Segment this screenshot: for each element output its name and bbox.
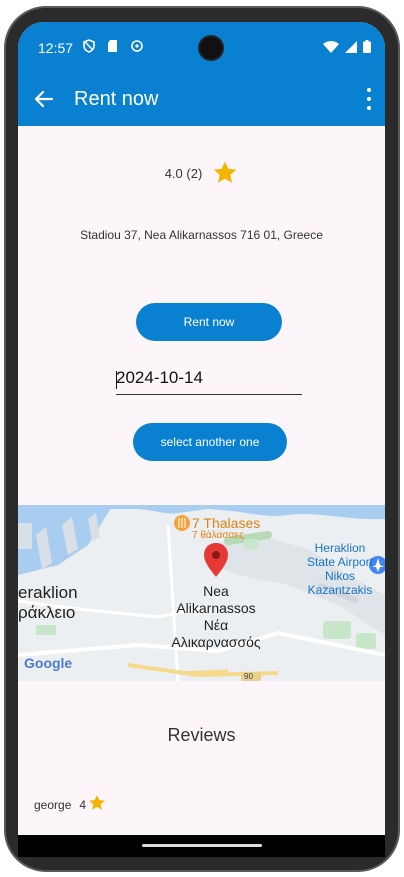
review-item: george 4: [34, 795, 106, 812]
rent-now-button[interactable]: Rent now: [136, 303, 282, 341]
review-rating: 4: [79, 798, 87, 812]
date-input[interactable]: 2024-10-14: [116, 368, 302, 395]
google-logo: Google: [24, 655, 73, 671]
star-icon: [214, 161, 237, 183]
map-road-number: 90: [244, 672, 253, 681]
status-icons-left: [82, 39, 144, 53]
navigation-bar: [18, 835, 385, 857]
phone-mockup: 12:57 Rent now 4.0 (2) Stadiou 37, Nea A…: [0, 0, 404, 877]
sync-icon: [131, 40, 143, 52]
status-icons-right: [323, 40, 371, 53]
map-place-label: Nea Alikarnassos Νέα Αλικαρνασσός: [171, 583, 261, 650]
review-star-icon: [89, 795, 105, 810]
sd-card-icon: [108, 40, 117, 52]
page-title: Rent now: [74, 88, 159, 110]
map-city-label: eraklion ράκλειο: [18, 583, 78, 622]
rating-score: 4.0 (2): [164, 165, 203, 181]
shield-icon: [83, 39, 95, 53]
reviews-title: Reviews: [167, 725, 236, 745]
screen: 12:57 Rent now 4.0 (2) Stadiou 37, Nea A…: [18, 22, 385, 857]
rating-summary: 4.0 (2): [18, 160, 385, 186]
map-poi-label: 7 Thalases: [192, 515, 261, 531]
overflow-menu-icon[interactable]: [365, 88, 373, 110]
map-view[interactable]: 7 Thalases 7 θάλασσες Heraklion State Ai…: [18, 505, 385, 681]
battery-icon: [363, 40, 371, 53]
signal-icon: [345, 40, 357, 53]
home-gesture-handle[interactable]: [142, 844, 262, 847]
date-value: 2024-10-14: [116, 368, 203, 387]
address-text: Stadiou 37, Nea Alikarnassos 716 01, Gre…: [80, 228, 323, 242]
back-arrow-icon[interactable]: [32, 87, 56, 111]
front-camera: [200, 37, 222, 59]
map-airport-label: Heraklion State Airport Nikos Kazantzaki…: [306, 541, 374, 597]
map-poi-label-greek: 7 θάλασσες: [192, 530, 244, 541]
review-user: george: [34, 798, 72, 812]
app-bar: Rent now: [18, 74, 385, 126]
wifi-icon: [323, 40, 339, 53]
status-bar: 12:57: [18, 22, 385, 74]
select-another-button[interactable]: select another one: [133, 423, 287, 461]
status-time: 12:57: [38, 40, 74, 56]
